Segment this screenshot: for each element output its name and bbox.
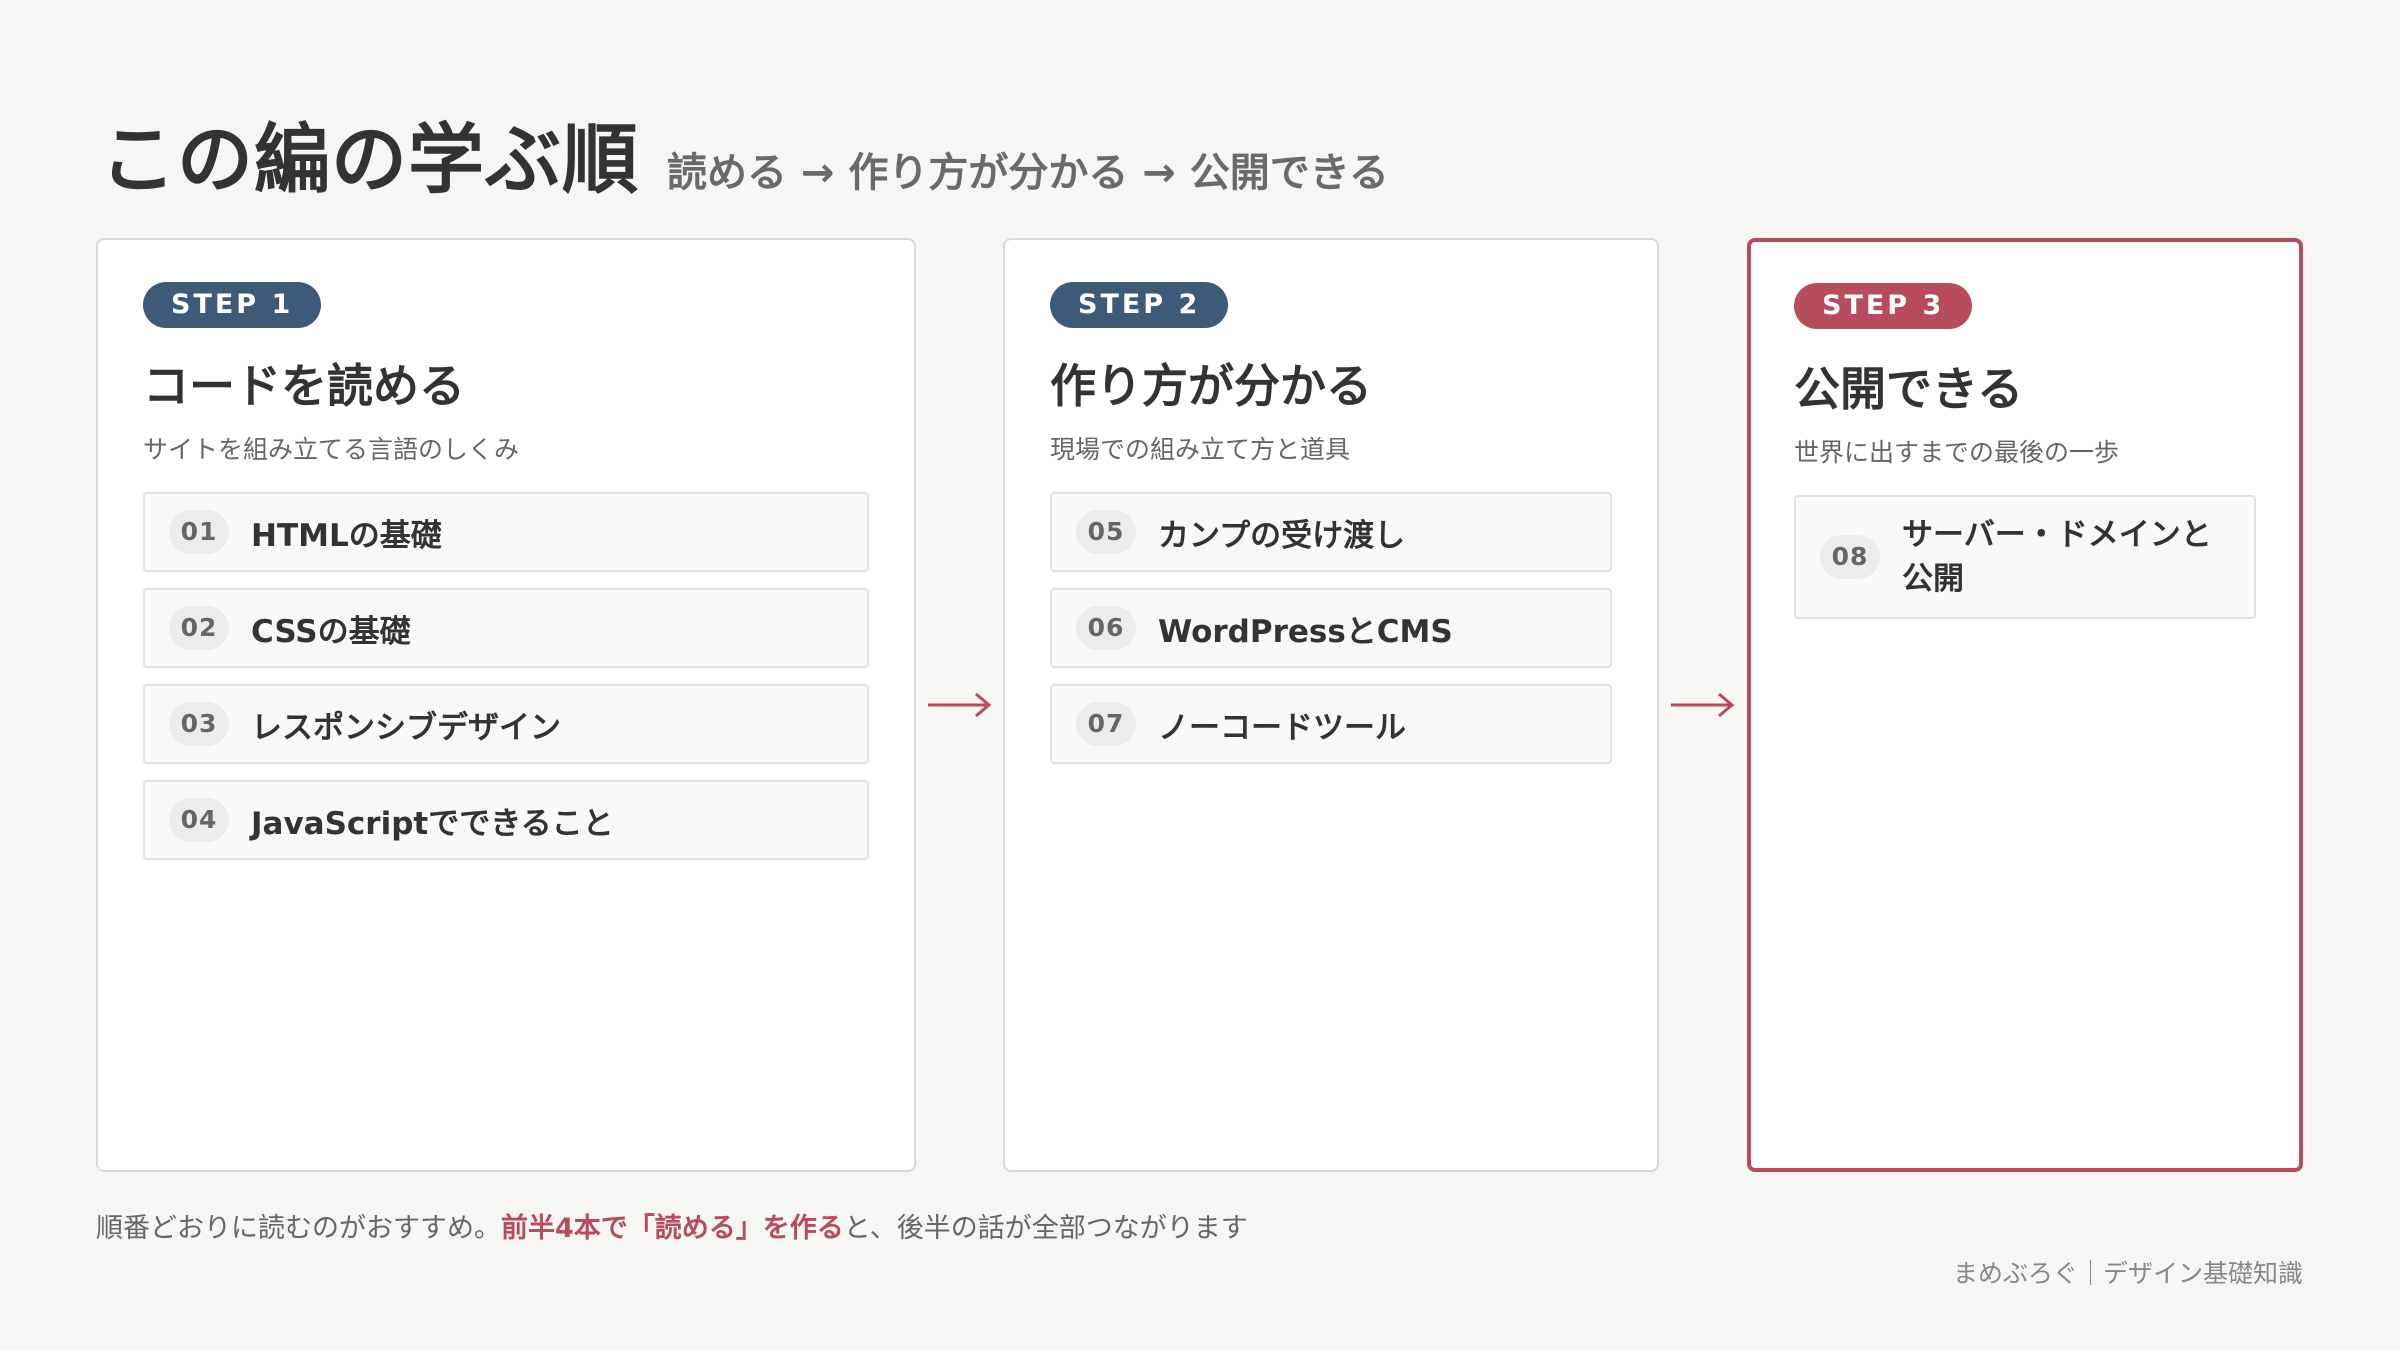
- item-label: ノーコードツール: [1158, 709, 1406, 746]
- item-label: HTMLの基礎: [251, 517, 442, 554]
- list-item[interactable]: 02 CSSの基礎: [143, 588, 869, 668]
- list-item[interactable]: 06 WordPressとCMS: [1050, 588, 1612, 668]
- item-number: 05: [1076, 510, 1136, 554]
- step-badge: STEP 1: [143, 282, 322, 328]
- note-text: と、後半の話が全部つながります: [843, 1213, 1248, 1244]
- step-description: 現場での組み立て方と道具: [1050, 435, 1351, 464]
- list-item[interactable]: 04 JavaScriptでできること: [143, 780, 869, 860]
- step-item-list: 05 カンプの受け渡し 06 WordPressとCMS 07 ノーコードツール: [1050, 492, 1612, 780]
- note-text: 順番どおりに読むのがおすすめ。: [96, 1213, 501, 1244]
- page-header: この編の学ぶ順 読める → 作り方が分かる → 公開できる: [100, 98, 1389, 208]
- list-item[interactable]: 05 カンプの受け渡し: [1050, 492, 1612, 572]
- step-card-2: STEP 2 作り方が分かる 現場での組み立て方と道具 05 カンプの受け渡し …: [1003, 238, 1659, 1172]
- item-number: 02: [169, 606, 229, 650]
- item-number: 03: [169, 702, 229, 746]
- step-title: 公開できる: [1794, 362, 2024, 416]
- page-subtitle: 読める → 作り方が分かる → 公開できる: [667, 150, 1389, 196]
- item-label: サーバー・ドメインと公開: [1902, 517, 2212, 597]
- item-number: 04: [169, 798, 229, 842]
- item-label: CSSの基礎: [251, 613, 411, 650]
- list-item[interactable]: 01 HTMLの基礎: [143, 492, 869, 572]
- item-number: 07: [1076, 702, 1136, 746]
- note-highlight: 前半4本で「読める」を作る: [501, 1213, 844, 1244]
- arrow-right-icon: [928, 692, 992, 718]
- list-item[interactable]: 07 ノーコードツール: [1050, 684, 1612, 764]
- reading-note: 順番どおりに読むのがおすすめ。前半4本で「読める」を作ると、後半の話が全部つなが…: [96, 1206, 1248, 1245]
- footer-credit: まめぶろぐ｜デザイン基礎知識: [1952, 1259, 2303, 1288]
- arrow-right-icon: [1671, 692, 1735, 718]
- step-card-1: STEP 1 コードを読める サイトを組み立てる言語のしくみ 01 HTMLの基…: [96, 238, 916, 1172]
- step-title: コードを読める: [143, 359, 465, 413]
- item-number: 08: [1820, 535, 1880, 579]
- list-item[interactable]: 08 サーバー・ドメインと公開: [1794, 495, 2256, 619]
- list-item[interactable]: 03 レスポンシブデザイン: [143, 684, 869, 764]
- step-title: 作り方が分かる: [1050, 359, 1372, 413]
- step-description: サイトを組み立てる言語のしくみ: [143, 435, 520, 464]
- step-description: 世界に出すまでの最後の一歩: [1794, 438, 2120, 467]
- item-label: JavaScriptでできること: [251, 805, 614, 842]
- step-badge: STEP 3: [1794, 283, 1973, 329]
- step-badge: STEP 2: [1050, 282, 1229, 328]
- step-item-list: 01 HTMLの基礎 02 CSSの基礎 03 レスポンシブデザイン 04 Ja…: [143, 492, 869, 876]
- page-title: この編の学ぶ順: [100, 115, 639, 204]
- item-label: レスポンシブデザイン: [251, 709, 561, 746]
- item-number: 06: [1076, 606, 1136, 650]
- item-number: 01: [169, 510, 229, 554]
- step-card-3: STEP 3 公開できる 世界に出すまでの最後の一歩 08 サーバー・ドメインと…: [1747, 238, 2303, 1172]
- step-item-list: 08 サーバー・ドメインと公開: [1794, 495, 2256, 635]
- item-label: カンプの受け渡し: [1158, 517, 1406, 554]
- item-label: WordPressとCMS: [1158, 613, 1453, 650]
